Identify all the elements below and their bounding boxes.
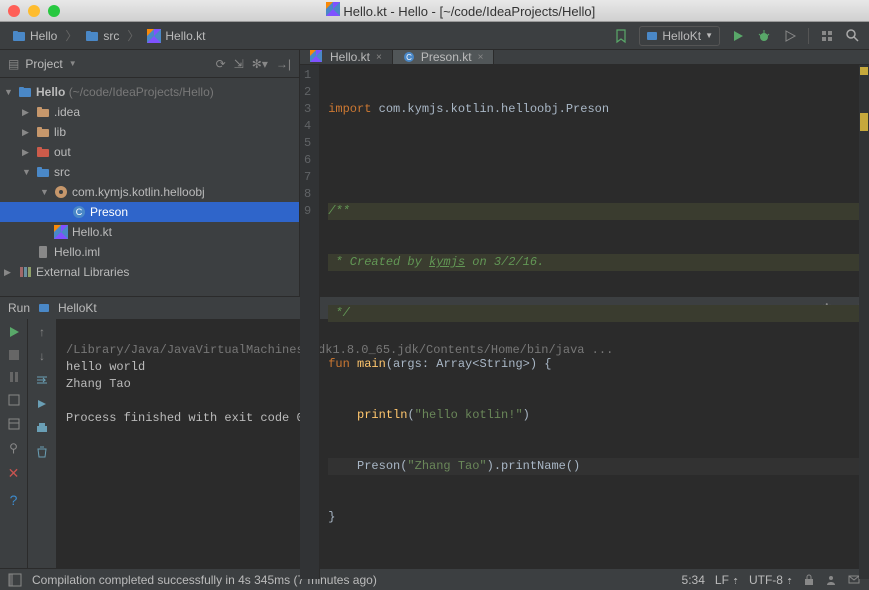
- tab-preson-kt[interactable]: C Preson.kt ×: [393, 50, 495, 64]
- folder-icon: [36, 145, 50, 159]
- libraries-icon: [18, 265, 32, 279]
- stop-icon[interactable]: [8, 349, 20, 361]
- svg-text:C: C: [406, 53, 412, 62]
- editor-tabs: Hello.kt × C Preson.kt ×: [300, 50, 869, 65]
- code-editor[interactable]: 123456789 import com.kymjs.kotlin.helloo…: [300, 65, 869, 579]
- rerun-icon[interactable]: [7, 325, 21, 339]
- help-icon[interactable]: ?: [10, 492, 18, 508]
- project-view-label[interactable]: Project: [25, 57, 62, 71]
- scroll-to-source-icon[interactable]: ⟳: [216, 57, 226, 71]
- run-button[interactable]: [730, 28, 746, 44]
- pin-tab-icon[interactable]: ⚲: [9, 441, 18, 455]
- project-tool-header: ▤ Project ▼ ⟳ ⇲ ✻▾ →|: [0, 50, 299, 78]
- window-titlebar: Hello.kt - Hello - [~/code/IdeaProjects/…: [0, 0, 869, 22]
- coverage-button[interactable]: [782, 28, 798, 44]
- tree-folder-out[interactable]: ▶ out: [0, 142, 299, 162]
- folder-icon: [36, 105, 50, 119]
- breadcrumb-project[interactable]: Hello: [8, 27, 61, 45]
- make-project-icon[interactable]: [613, 28, 629, 44]
- kotlin-class-icon: C: [72, 205, 86, 219]
- navigation-bar: Hello 〉 src 〉 Hello.kt HelloKt ▼: [0, 22, 869, 50]
- tree-package[interactable]: ▼ com.kymjs.kotlin.helloobj: [0, 182, 299, 202]
- minimize-window-button[interactable]: [28, 5, 40, 17]
- soft-wrap-icon[interactable]: [35, 373, 49, 387]
- tree-external-libraries[interactable]: ▶ External Libraries: [0, 262, 299, 282]
- tree-folder-idea[interactable]: ▶ .idea: [0, 102, 299, 122]
- project-icon: [18, 85, 32, 99]
- expand-arrow-icon: ▼: [22, 167, 32, 177]
- error-stripe[interactable]: [859, 65, 869, 579]
- collapse-all-icon[interactable]: ⇲: [234, 57, 244, 71]
- folder-icon: [36, 125, 50, 139]
- separator: [808, 28, 809, 44]
- debug-button[interactable]: [756, 28, 772, 44]
- gear-icon[interactable]: ✻▾: [252, 57, 268, 71]
- up-stack-icon[interactable]: ↑: [39, 325, 45, 339]
- file-icon: [36, 245, 50, 259]
- run-config-icon: [646, 30, 658, 42]
- close-window-button[interactable]: [8, 5, 20, 17]
- restore-layout-icon[interactable]: [7, 417, 21, 431]
- collapse-arrow-icon: ▶: [22, 127, 32, 138]
- tree-folder-src[interactable]: ▼ src: [0, 162, 299, 182]
- kotlin-file-icon: [310, 50, 324, 64]
- tree-file-hello-kt[interactable]: Hello.kt: [0, 222, 299, 242]
- scroll-to-end-icon[interactable]: [35, 397, 49, 411]
- package-icon: [54, 185, 68, 199]
- editor-gutter[interactable]: 123456789: [300, 65, 320, 579]
- print-icon[interactable]: [35, 421, 49, 435]
- source-folder-icon: [36, 165, 50, 179]
- tree-root[interactable]: ▼ Hello (~/code/IdeaProjects/Hello): [0, 82, 299, 102]
- search-icon[interactable]: [845, 28, 861, 44]
- svg-text:C: C: [76, 207, 83, 217]
- down-stack-icon[interactable]: ↓: [39, 349, 45, 363]
- close-icon[interactable]: ✕: [8, 465, 20, 482]
- clear-all-icon[interactable]: [35, 445, 49, 459]
- console-actions-toolbar: ↑ ↓: [28, 319, 56, 568]
- pause-icon[interactable]: [8, 371, 20, 383]
- chevron-down-icon[interactable]: ▼: [69, 59, 77, 68]
- collapse-arrow-icon: ▶: [22, 147, 32, 158]
- project-structure-icon[interactable]: [819, 28, 835, 44]
- run-tool-label: Run: [8, 301, 30, 315]
- chevron-right-icon: 〉: [127, 27, 139, 44]
- close-tab-icon[interactable]: ×: [376, 52, 382, 63]
- editor-content[interactable]: import com.kymjs.kotlin.helloobj.Preson …: [320, 65, 869, 579]
- warning-marker[interactable]: [860, 113, 868, 131]
- warning-marker[interactable]: [860, 67, 868, 75]
- expand-arrow-icon: ▼: [40, 187, 50, 197]
- project-tool-window: ▤ Project ▼ ⟳ ⇲ ✻▾ →| ▼ Hello (~/code/Id…: [0, 50, 300, 296]
- tab-hello-kt[interactable]: Hello.kt ×: [300, 50, 393, 64]
- breadcrumb-src[interactable]: src: [81, 27, 123, 45]
- kotlin-class-icon: C: [403, 51, 415, 63]
- collapse-arrow-icon: ▶: [4, 267, 14, 278]
- tree-file-hello-iml[interactable]: Hello.iml: [0, 242, 299, 262]
- dump-threads-icon[interactable]: [7, 393, 21, 407]
- hide-tool-window-icon[interactable]: →|: [276, 57, 291, 71]
- kotlin-file-icon: [54, 225, 68, 239]
- close-tab-icon[interactable]: ×: [478, 52, 484, 63]
- project-tree: ▼ Hello (~/code/IdeaProjects/Hello) ▶ .i…: [0, 78, 299, 286]
- run-actions-toolbar: ⚲ ✕ ?: [0, 319, 28, 568]
- kotlin-file-icon: [326, 2, 340, 16]
- tree-folder-lib[interactable]: ▶ lib: [0, 122, 299, 142]
- zoom-window-button[interactable]: [48, 5, 60, 17]
- editor-area: Hello.kt × C Preson.kt × 123456789 impor…: [300, 50, 869, 296]
- tool-windows-icon[interactable]: [8, 573, 22, 587]
- folder-icon: [85, 29, 99, 43]
- chevron-down-icon: ▼: [705, 31, 713, 40]
- collapse-arrow-icon: ▶: [22, 107, 32, 118]
- chevron-right-icon: 〉: [65, 27, 77, 44]
- tree-class-preson[interactable]: C Preson: [0, 202, 299, 222]
- breadcrumb-file[interactable]: Hello.kt: [143, 27, 209, 45]
- run-tool-config-name: HelloKt: [58, 301, 97, 315]
- run-configuration-selector[interactable]: HelloKt ▼: [639, 26, 720, 46]
- window-title: Hello.kt - Hello - [~/code/IdeaProjects/…: [60, 2, 861, 19]
- run-config-icon: [38, 302, 50, 314]
- kotlin-file-icon: [147, 29, 161, 43]
- project-icon: [12, 29, 26, 43]
- expand-arrow-icon: ▼: [4, 87, 14, 97]
- project-view-select-icon[interactable]: ▤: [8, 57, 19, 71]
